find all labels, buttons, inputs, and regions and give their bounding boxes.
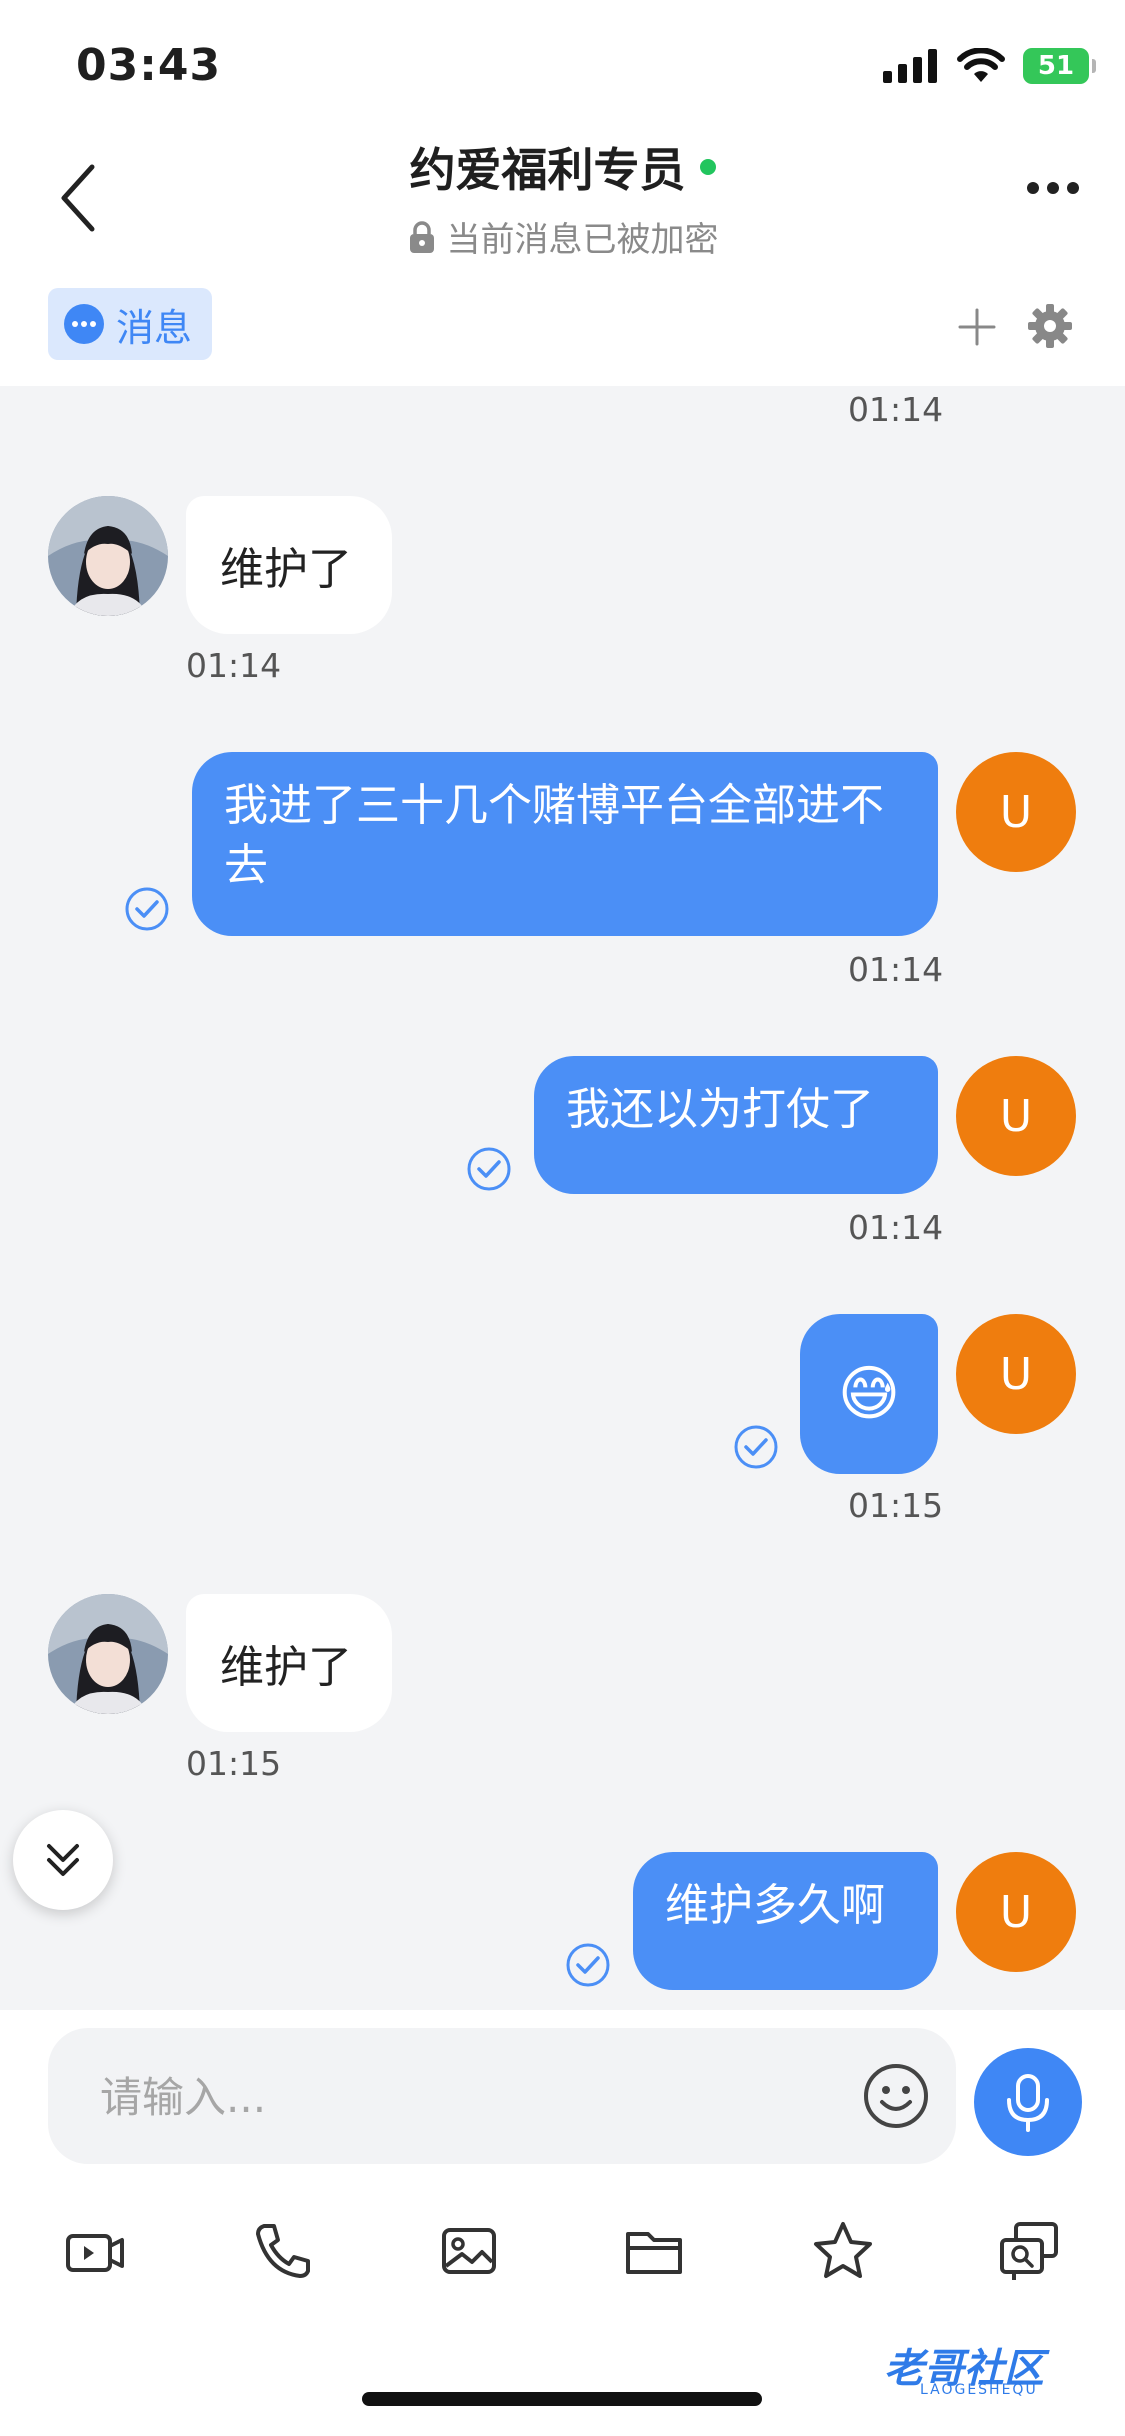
read-check-icon: [125, 887, 169, 931]
microphone-icon: [1007, 2074, 1049, 2132]
emoji-icon[interactable]: [858, 2058, 934, 2134]
contact-avatar[interactable]: [48, 496, 168, 616]
message-text: 维护了: [220, 544, 352, 595]
more-icon: [1027, 182, 1039, 194]
home-indicator: [362, 2392, 762, 2406]
my-avatar-initial: U: [999, 1886, 1033, 1938]
battery-indicator: 51: [1023, 48, 1096, 84]
my-avatar-initial: U: [999, 1090, 1033, 1142]
message-timestamp: 01:15: [848, 1486, 944, 1525]
my-avatar-initial: U: [999, 786, 1033, 838]
chat-tabbar: 消息: [0, 260, 1125, 386]
status-icons: 51: [883, 48, 1096, 84]
battery-level: 51: [1037, 51, 1075, 81]
incoming-message-bubble[interactable]: 维护了: [186, 1594, 392, 1732]
my-avatar[interactable]: U: [956, 752, 1076, 872]
image-icon[interactable]: [434, 2216, 504, 2286]
message-timestamp: 01:14: [186, 646, 282, 685]
encryption-text: 当前消息已被加密: [446, 220, 719, 260]
phone-icon[interactable]: [248, 2216, 318, 2286]
screen-share-icon[interactable]: [994, 2216, 1064, 2286]
my-avatar-initial: U: [999, 1348, 1033, 1400]
more-icon-dot: [1067, 182, 1079, 194]
voice-button[interactable]: [974, 2048, 1082, 2156]
online-status-dot: [699, 159, 716, 175]
outgoing-emoji-bubble[interactable]: 😅: [800, 1314, 938, 1474]
message-text: 维护了: [220, 1642, 352, 1693]
tab-messages[interactable]: 消息: [48, 288, 213, 360]
message-text: 我还以为打仗了: [566, 1084, 874, 1135]
read-check-icon: [467, 1147, 511, 1191]
message-timestamp: 01:14: [848, 1208, 944, 1247]
chat-bubble-icon: [64, 304, 104, 344]
scroll-to-bottom-button[interactable]: [13, 1810, 113, 1910]
read-check-icon: [566, 1943, 610, 1987]
message-text: 维护多久啊: [665, 1880, 885, 1931]
status-bar: 03:43 51: [0, 0, 1125, 130]
tab-messages-label: 消息: [116, 305, 193, 350]
outgoing-message-bubble[interactable]: 维护多久啊: [633, 1852, 938, 1990]
message-timestamp: 01:14: [848, 950, 944, 989]
plus-icon[interactable]: [952, 302, 1002, 352]
more-button[interactable]: [1027, 182, 1079, 194]
folder-icon[interactable]: [620, 2216, 690, 2286]
my-avatar[interactable]: U: [956, 1852, 1076, 1972]
encryption-notice: 当前消息已被加密: [0, 212, 1125, 261]
message-list[interactable]: 01:14 维护了 01:14 我进了三十几个赌博平台全部进不去 U 01:14…: [0, 386, 1125, 2010]
message-input[interactable]: [98, 2064, 862, 2130]
outgoing-message-bubble[interactable]: 我进了三十几个赌博平台全部进不去: [192, 752, 938, 936]
gear-icon[interactable]: [1024, 300, 1076, 352]
outgoing-message-bubble[interactable]: 我还以为打仗了: [534, 1056, 938, 1194]
attachment-toolbar: [0, 2210, 1125, 2310]
message-text: 我进了三十几个赌博平台全部进不去: [224, 780, 884, 891]
double-chevron-down-icon: [47, 1844, 79, 1876]
message-timestamp: 01:15: [186, 1744, 282, 1783]
my-avatar[interactable]: U: [956, 1314, 1076, 1434]
more-icon-dot: [1047, 182, 1059, 194]
chat-header: 约爱福利专员 当前消息已被加密: [0, 130, 1125, 260]
message-emoji: 😅: [837, 1359, 901, 1429]
message-input-box[interactable]: [48, 2028, 956, 2164]
header-title-block: 约爱福利专员 当前消息已被加密: [0, 130, 1125, 261]
video-icon[interactable]: [60, 2216, 130, 2286]
contact-avatar[interactable]: [48, 1594, 168, 1714]
watermark-subtext: LAOGESHEQU: [920, 2382, 1038, 2398]
read-check-icon: [734, 1425, 778, 1469]
my-avatar[interactable]: U: [956, 1056, 1076, 1176]
signal-icon: [883, 49, 937, 83]
message-timestamp: 01:14: [848, 390, 944, 429]
wifi-icon: [957, 48, 1005, 82]
contact-name: 约爱福利专员: [409, 143, 686, 197]
star-icon[interactable]: [808, 2216, 878, 2286]
status-time: 03:43: [76, 40, 222, 91]
lock-icon: [409, 220, 434, 253]
incoming-message-bubble[interactable]: 维护了: [186, 496, 392, 634]
contact-title: 约爱福利专员: [410, 134, 716, 200]
